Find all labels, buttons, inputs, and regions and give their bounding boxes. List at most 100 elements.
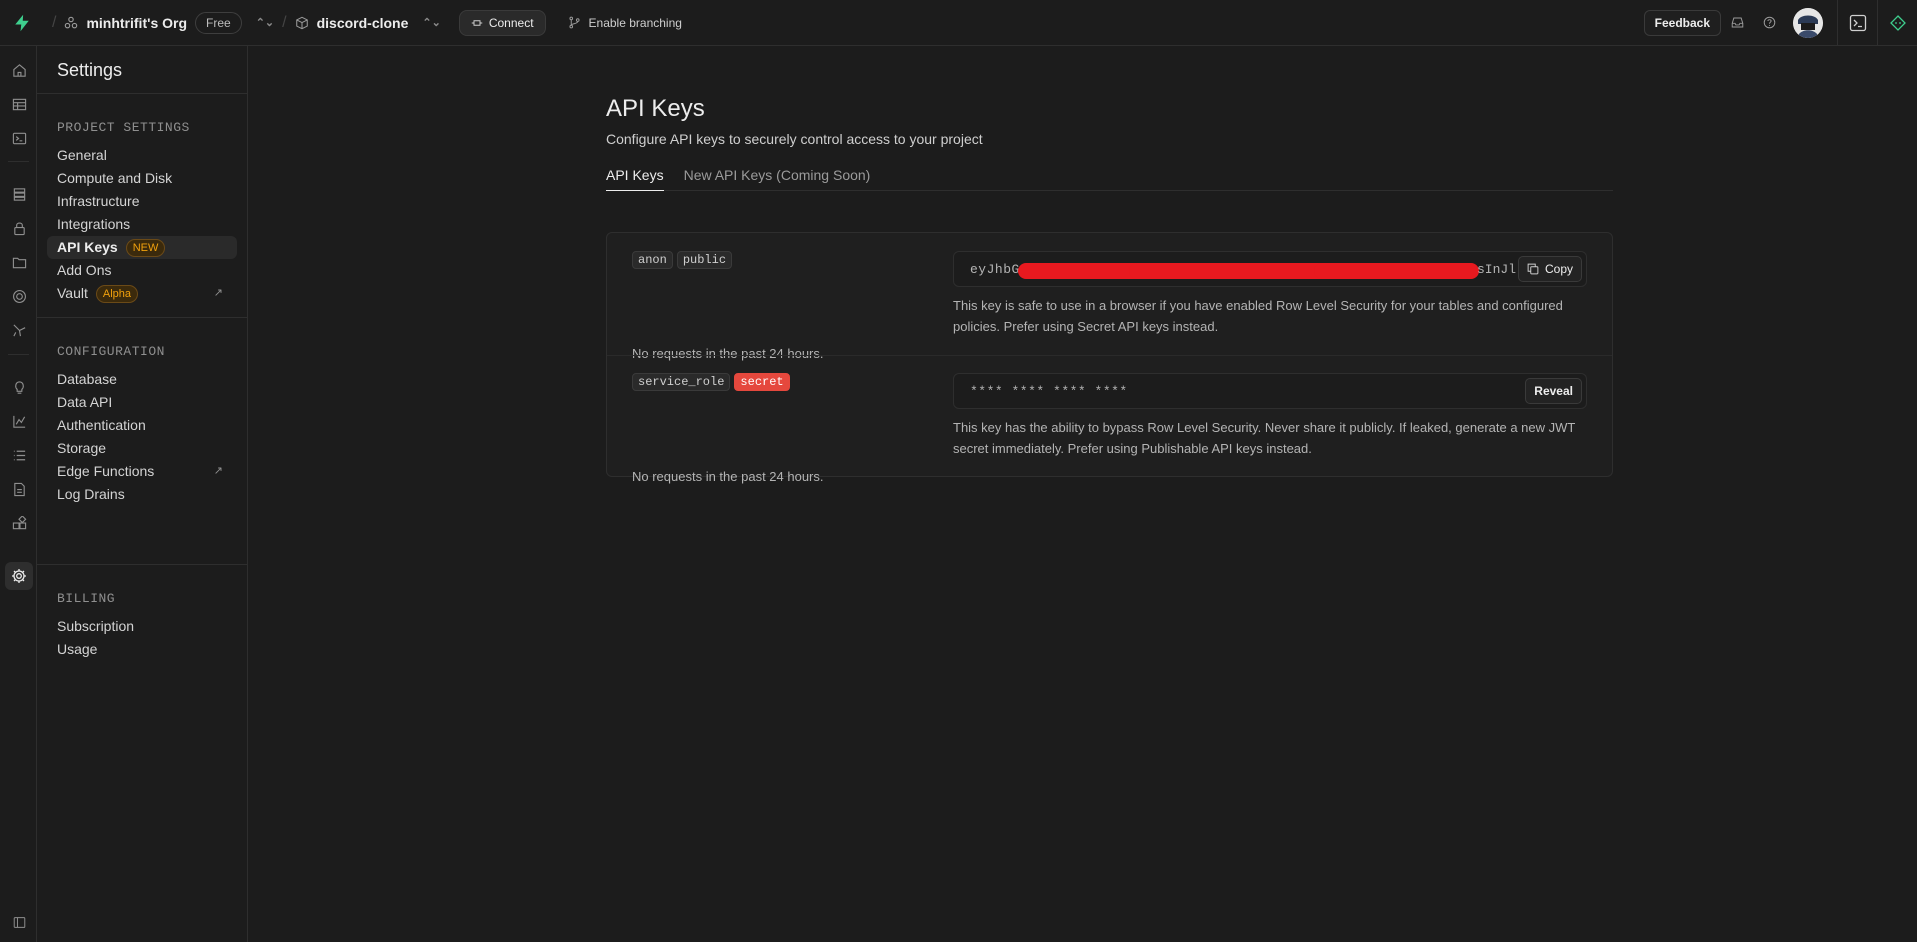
reveal-button[interactable]: Reveal (1525, 378, 1582, 404)
collapse-sidebar-icon[interactable] (9, 912, 29, 932)
lock-icon[interactable] (9, 218, 29, 238)
rail-divider (8, 161, 29, 162)
sidebar-item-label: Data API (57, 394, 113, 410)
project-name: discord-clone (316, 14, 409, 31)
sidebar-item-infrastructure[interactable]: Infrastructure (47, 190, 237, 213)
top-right-actions: Feedback (1643, 0, 1917, 46)
realtime-icon[interactable] (9, 286, 29, 306)
tab-new-api-keys[interactable]: New API Keys (Coming Soon) (684, 154, 871, 191)
sidebar-item-label: Compute and Disk (57, 170, 173, 186)
api-key-row-service-role: service_role secret **** **** **** **** … (607, 355, 1612, 484)
sidebar-item-vault[interactable]: Vault Alpha ↗ (47, 282, 237, 305)
sidebar-item-label: Storage (57, 440, 107, 456)
anon-key-field[interactable]: eyJhbG sInJl Copy (953, 251, 1587, 287)
project-switcher[interactable]: discord-clone ⌃⌄ (295, 15, 441, 31)
sidebar-item-label: Database (57, 371, 117, 387)
icon-rail (0, 46, 37, 942)
connect-button[interactable]: Connect (458, 9, 546, 36)
sidebar-item-label: Edge Functions (57, 463, 155, 479)
integrations-icon[interactable] (9, 513, 29, 533)
sidebar-item-log-drains[interactable]: Log Drains (47, 483, 237, 506)
plug-icon (471, 19, 483, 26)
external-link-icon: ↗ (213, 465, 223, 477)
assistant-icon[interactable] (1877, 0, 1917, 46)
sidebar-item-edge-functions[interactable]: Edge Functions ↗ (47, 460, 237, 483)
settings-gear-icon[interactable] (5, 562, 33, 590)
edge-functions-icon[interactable] (9, 320, 29, 340)
page-title: API Keys (606, 95, 705, 122)
sidebar-item-label: Usage (57, 641, 98, 657)
copy-label: Copy (1544, 262, 1573, 276)
main-content: API Keys Configure API keys to securely … (248, 46, 1917, 942)
key-value-suffix: sInJl (1476, 262, 1516, 277)
copy-icon (1527, 263, 1539, 275)
sidebar-item-storage[interactable]: Storage (47, 437, 237, 460)
masked-key-value: **** **** **** **** (970, 384, 1128, 399)
sidebar-item-label: Vault (57, 285, 88, 301)
service-role-key-field[interactable]: **** **** **** **** Reveal (953, 373, 1587, 409)
sidebar-item-label: General (57, 147, 107, 163)
sidebar-item-database[interactable]: Database (47, 368, 237, 391)
sidebar-item-authentication[interactable]: Authentication (47, 414, 237, 437)
requests-status: No requests in the past 24 hours. (632, 469, 824, 484)
supabase-logo-icon[interactable] (0, 0, 44, 46)
configuration-section: CONFIGURATION Database Data API Authenti… (37, 318, 247, 565)
sidebar-title: Settings (37, 46, 247, 94)
sidebar-item-label: Log Drains (57, 486, 125, 502)
sidebar-item-add-ons[interactable]: Add Ons (47, 259, 237, 282)
project-settings-section: PROJECT SETTINGS General Compute and Dis… (37, 94, 247, 318)
sidebar-item-data-api[interactable]: Data API (47, 391, 237, 414)
tab-api-keys[interactable]: API Keys (606, 154, 664, 191)
alpha-badge: Alpha (95, 284, 139, 303)
terminal-icon[interactable] (1837, 0, 1877, 46)
api-docs-icon[interactable] (9, 479, 29, 499)
tab-bar: API Keys New API Keys (Coming Soon) (606, 154, 1613, 191)
sidebar-item-label: Add Ons (57, 262, 112, 278)
external-link-icon: ↗ (213, 287, 223, 299)
new-badge: NEW (125, 238, 166, 257)
key-value-prefix: eyJhbG (970, 262, 1020, 277)
feedback-button[interactable]: Feedback (1643, 9, 1721, 36)
lightbulb-icon[interactable] (9, 377, 29, 397)
key-tags: service_role secret (632, 373, 790, 391)
reports-chart-icon[interactable] (9, 411, 29, 431)
home-icon[interactable] (9, 60, 29, 80)
inbox-icon[interactable] (1721, 16, 1753, 29)
sidebar-item-label: API Keys (57, 239, 118, 255)
org-switcher[interactable]: minhtrifit's Org Free ⌃⌄ (64, 11, 274, 34)
sidebar-item-general[interactable]: General (47, 144, 237, 167)
plan-badge: Free (195, 11, 242, 34)
table-editor-icon[interactable] (9, 94, 29, 114)
breadcrumb-separator: / (282, 13, 287, 31)
tag-anon: anon (632, 251, 673, 269)
enable-branching-button[interactable]: Enable branching (568, 16, 682, 30)
sidebar-item-usage[interactable]: Usage (47, 638, 237, 661)
avatar[interactable] (1793, 7, 1823, 38)
sidebar-item-label: Integrations (57, 216, 131, 232)
redaction-mark (1129, 263, 1329, 279)
sidebar-item-api-keys[interactable]: API Keys NEW (47, 236, 237, 259)
tag-service-role: service_role (632, 373, 731, 391)
storage-folder-icon[interactable] (9, 252, 29, 272)
branching-label: Enable branching (588, 15, 682, 30)
api-key-row-anon: anon public eyJhbG sInJl Copy This key i… (607, 233, 1612, 361)
copy-button[interactable]: Copy (1517, 256, 1582, 282)
settings-sidebar: Settings PROJECT SETTINGS General Comput… (37, 46, 248, 942)
box-icon (295, 16, 308, 29)
sidebar-item-integrations[interactable]: Integrations (47, 213, 237, 236)
chevron-updown-icon[interactable]: ⌃⌄ (256, 16, 274, 29)
git-branch-icon (568, 16, 580, 29)
sidebar-item-compute-and-disk[interactable]: Compute and Disk (47, 167, 237, 190)
tag-public: public (676, 251, 733, 269)
sql-editor-icon[interactable] (9, 128, 29, 148)
sidebar-item-subscription[interactable]: Subscription (47, 615, 237, 638)
logs-list-icon[interactable] (9, 445, 29, 465)
api-keys-card: anon public eyJhbG sInJl Copy This key i… (606, 232, 1613, 484)
sidebar-item-label: Authentication (57, 417, 146, 433)
help-icon[interactable] (1753, 16, 1785, 29)
database-icon[interactable] (9, 184, 29, 204)
chevron-updown-icon[interactable]: ⌃⌄ (422, 16, 440, 29)
page-subtitle: Configure API keys to securely control a… (606, 131, 983, 147)
org-icon (65, 16, 78, 28)
key-description: This key is safe to use in a browser if … (953, 298, 1563, 334)
